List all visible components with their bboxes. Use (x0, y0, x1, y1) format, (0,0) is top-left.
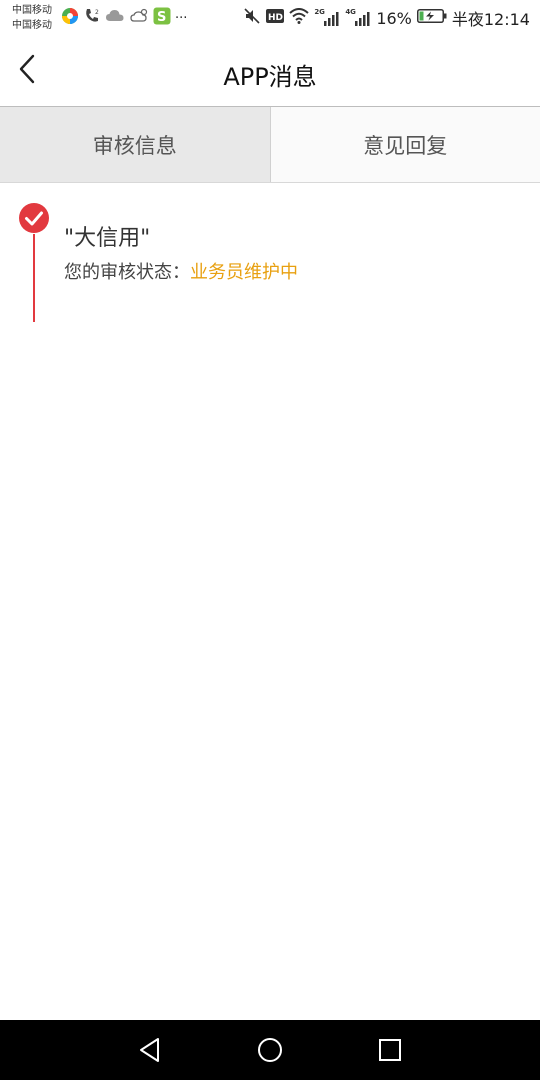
app-color-icon (61, 7, 79, 29)
message-status: 您的审核状态：业务员维护中 (64, 258, 298, 284)
nav-recent-icon[interactable] (375, 1035, 405, 1065)
carrier-1: 中国移动 (12, 5, 52, 16)
battery-charging-icon (416, 8, 447, 28)
tab-bar: 审核信息 意见回复 (0, 107, 540, 183)
carrier-2: 中国移动 (12, 20, 52, 31)
wifi-icon (289, 8, 309, 28)
svg-text:HD: HD (268, 13, 283, 23)
signal-2g-icon: 2G (314, 8, 340, 28)
svg-text:2: 2 (95, 9, 99, 16)
status-label: 您的审核状态： (64, 262, 190, 283)
status-value: 业务员维护中 (190, 262, 298, 283)
phone-call-icon: 2 (83, 7, 101, 29)
weather-icon (129, 7, 149, 29)
tab-feedback-reply[interactable]: 意见回复 (270, 107, 540, 182)
status-bar: 中国移动 中国移动 2 S ··· HD 2G 4G 16% 半夜12:14 (0, 0, 540, 36)
app-header: APP消息 (0, 36, 540, 107)
message-title: "大信用" (64, 226, 151, 251)
notification-icons: 2 S ··· (61, 7, 188, 29)
hd-icon: HD (266, 8, 285, 28)
tab-review-info[interactable]: 审核信息 (0, 107, 271, 182)
clock: 半夜12:14 (451, 10, 530, 29)
signal-4g-icon: 4G (345, 8, 371, 28)
carrier-info: 中国移动 中国移动 (12, 3, 52, 33)
battery-percent: 16% (376, 8, 412, 28)
message-item[interactable]: "大信用" 您的审核状态：业务员维护中 (0, 200, 540, 330)
system-nav-bar (0, 1020, 540, 1080)
page-title: APP消息 (223, 63, 317, 91)
system-status: HD 2G 4G 16% 半夜12:14 (243, 6, 530, 30)
cloud-icon (105, 7, 125, 29)
chat-app-icon: S (153, 7, 171, 29)
nav-home-icon[interactable] (255, 1035, 285, 1065)
svg-text:S: S (157, 10, 166, 25)
more-notifications: ··· (175, 10, 188, 26)
nav-back-icon[interactable] (135, 1035, 165, 1065)
timeline-line (33, 234, 35, 322)
check-circle-icon (18, 202, 50, 234)
mute-icon (243, 7, 261, 29)
